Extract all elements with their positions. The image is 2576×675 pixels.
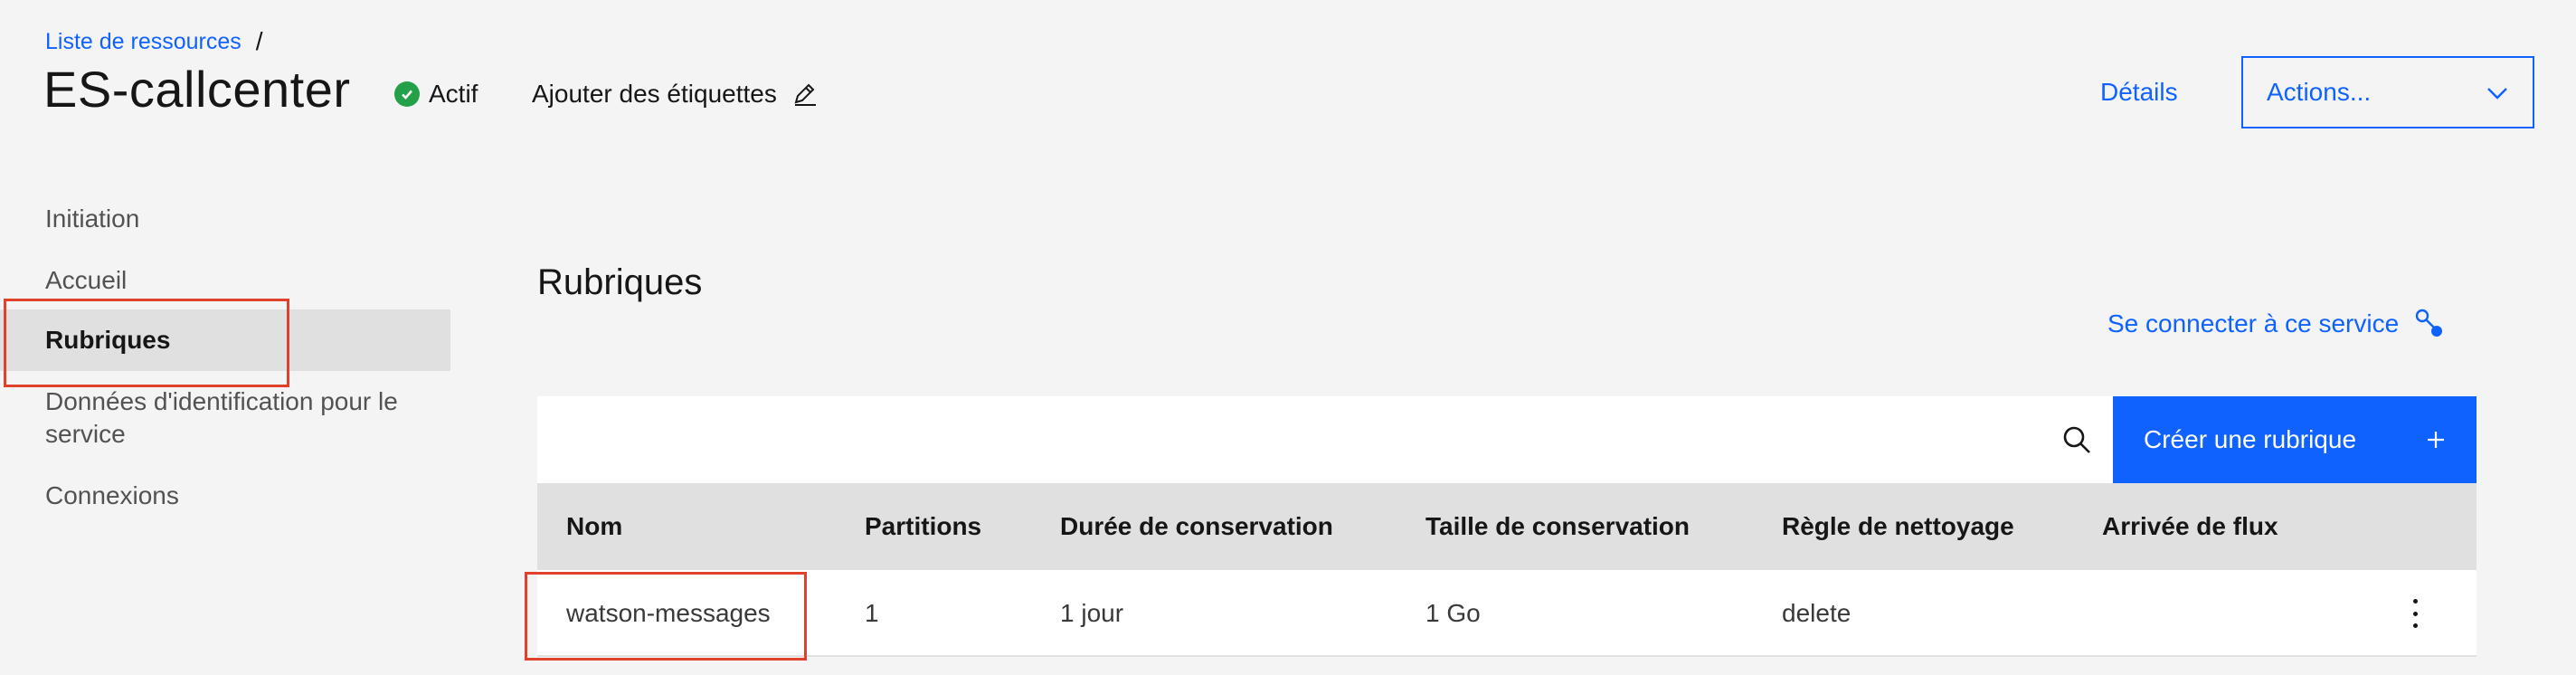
- sidebar-item-initiation[interactable]: Initiation: [0, 203, 450, 235]
- search-icon[interactable]: [2060, 423, 2093, 456]
- connect-label: Se connecter à ce service: [2107, 309, 2400, 338]
- overflow-menu-icon[interactable]: [2410, 599, 2420, 628]
- breadcrumb-separator: /: [255, 27, 263, 55]
- breadcrumb: Liste de ressources /: [45, 27, 263, 56]
- column-header-retention-time[interactable]: Durée de conservation: [1060, 483, 1333, 570]
- add-tags-label: Ajouter des étiquettes: [532, 80, 777, 108]
- column-header-retention-size[interactable]: Taille de conservation: [1425, 483, 1690, 570]
- row-highlight-box: [525, 572, 807, 661]
- create-topic-label: Créer une rubrique: [2144, 425, 2357, 453]
- retention-time-cell: 1 jour: [1060, 599, 1124, 627]
- add-tags-button[interactable]: Ajouter des étiquettes: [532, 80, 819, 109]
- connect-service-link[interactable]: Se connecter à ce service: [2107, 308, 2446, 340]
- cleanup-cell: delete: [1782, 599, 1852, 627]
- sidebar-item-accueil[interactable]: Accueil: [0, 264, 450, 297]
- check-circle-icon: [394, 81, 420, 107]
- sidebar-highlight-box: [4, 299, 289, 387]
- partitions-cell: 1: [865, 599, 879, 627]
- create-topic-button[interactable]: Créer une rubrique: [2113, 396, 2477, 483]
- search-bar: [537, 396, 2113, 483]
- connect-icon: [2413, 308, 2446, 340]
- column-header-name[interactable]: Nom: [566, 483, 622, 570]
- column-header-cleanup[interactable]: Règle de nettoyage: [1782, 483, 2014, 570]
- column-header-throughput[interactable]: Arrivée de flux: [2102, 483, 2278, 570]
- pencil-icon: [791, 81, 819, 108]
- actions-label: Actions...: [2267, 78, 2372, 106]
- page-title: ES-callcenter: [43, 61, 351, 118]
- sidebar-item-connexions[interactable]: Connexions: [0, 480, 450, 512]
- actions-dropdown[interactable]: Actions...: [2241, 56, 2534, 128]
- retention-size-cell: 1 Go: [1425, 599, 1481, 627]
- section-title: Rubriques: [537, 262, 703, 302]
- plus-icon: [2426, 423, 2446, 458]
- table-row[interactable]: watson-messages 1 1 jour 1 Go delete: [537, 570, 2477, 657]
- status-label: Actif: [429, 80, 478, 108]
- breadcrumb-link[interactable]: Liste de ressources: [45, 29, 242, 55]
- search-input[interactable]: [537, 396, 2039, 483]
- table-header: Nom Partitions Durée de conservation Tai…: [537, 483, 2477, 570]
- details-link[interactable]: Détails: [2100, 78, 2178, 107]
- status-badge: Actif: [394, 80, 478, 109]
- column-header-partitions[interactable]: Partitions: [865, 483, 981, 570]
- chevron-down-icon: [2486, 78, 2509, 107]
- sidebar-item-credentials[interactable]: Données d'identification pour le service: [0, 385, 450, 451]
